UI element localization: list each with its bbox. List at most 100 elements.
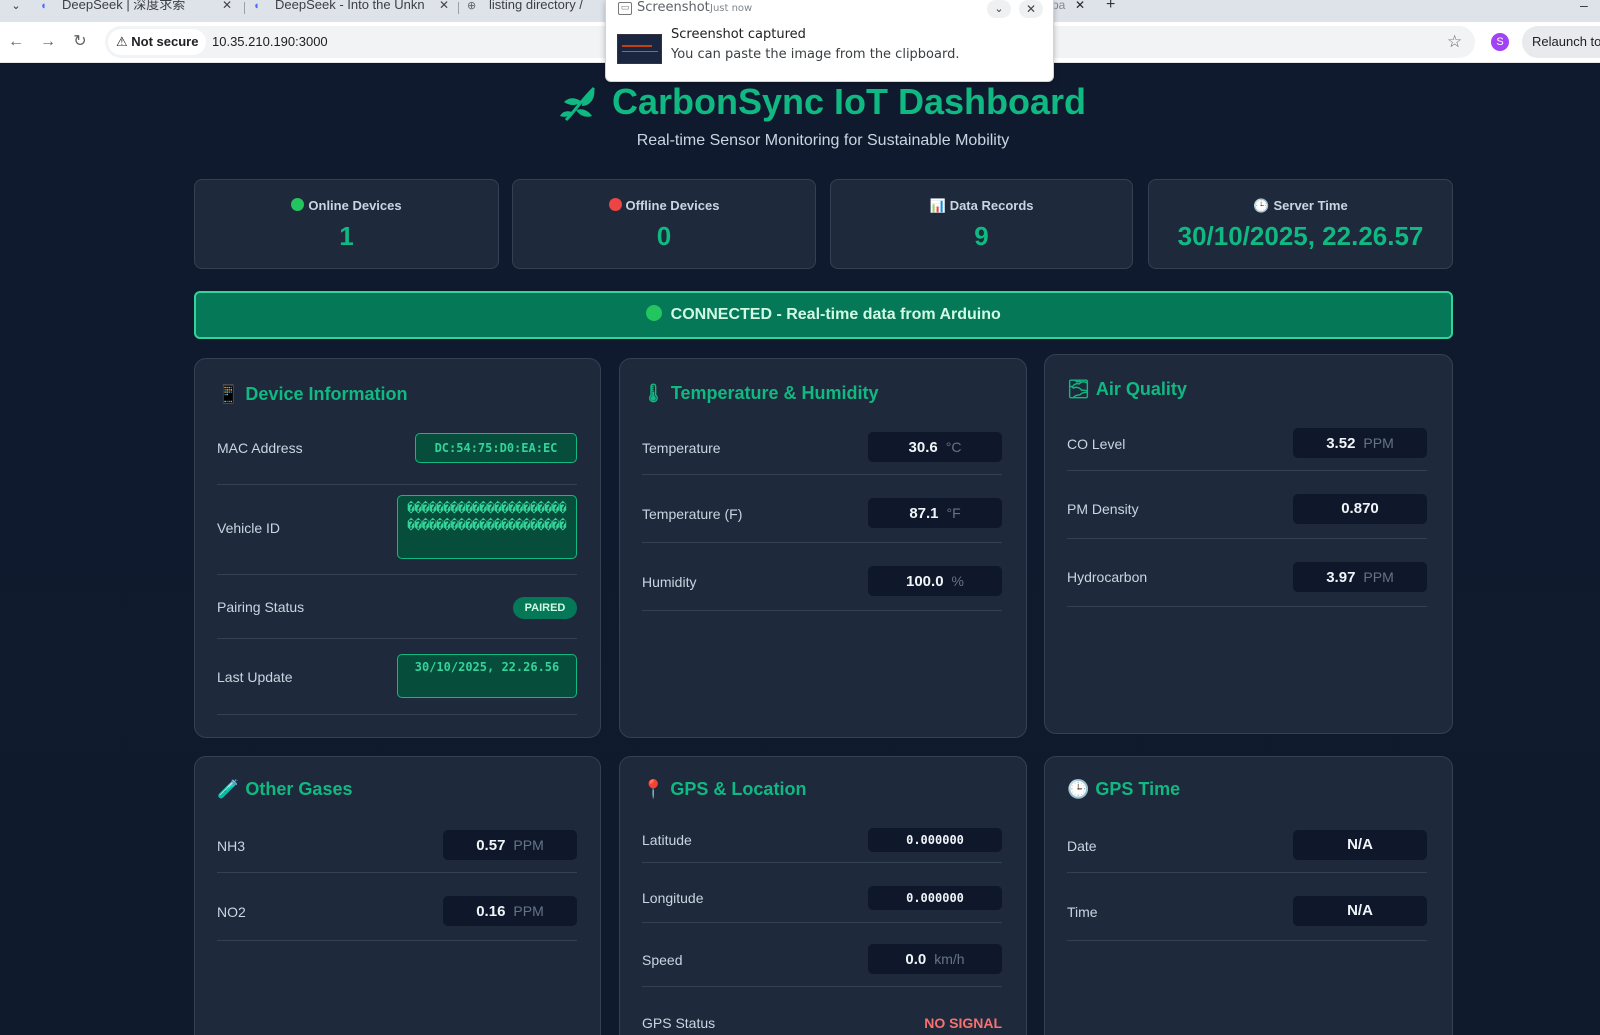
tab-title: listing directory / <box>489 0 583 12</box>
humidity-label: Humidity <box>642 574 697 590</box>
hydrocarbon-unit: PPM <box>1363 569 1394 585</box>
no2-label: NO2 <box>217 904 246 920</box>
relaunch-button[interactable]: Relaunch to u <box>1522 26 1600 58</box>
no2-value: 0.16 <box>476 903 506 920</box>
card-title: GPS Time <box>1095 779 1181 799</box>
nh3-unit: PPM <box>513 837 544 853</box>
pairing-status-row: Pairing Status PAIRED <box>217 575 577 639</box>
vehicle-id-row: Vehicle ID �����������������������������… <box>217 485 577 575</box>
screenshot-notification[interactable]: ▭ Screenshot Just now ⌄ ✕ Screenshot cap… <box>605 0 1054 82</box>
mac-address-label: MAC Address <box>217 440 303 456</box>
pairing-status-badge: PAIRED <box>513 597 577 619</box>
no2-row: NO2 0.16 PPM <box>217 873 577 941</box>
stat-card-online: Online Devices 1 <box>194 179 499 269</box>
vehicle-id-value: ����������������������������������������… <box>397 495 577 559</box>
pm-density-row: PM Density 0.870 <box>1067 471 1427 539</box>
gps-status-value: NO SIGNAL <box>924 1015 1002 1031</box>
co-level-value: 3.52 <box>1326 435 1356 452</box>
gps-date-value: N/A <box>1347 836 1373 853</box>
window-minimize-icon[interactable]: – <box>1580 0 1588 12</box>
warning-triangle-icon: ⚠ <box>116 34 128 49</box>
gps-time-label: Time <box>1067 904 1098 920</box>
no2-unit: PPM <box>513 903 544 919</box>
temperature-f-unit: °F <box>946 505 961 521</box>
expand-chevron-icon[interactable]: ⌄ <box>987 0 1011 18</box>
browser-tab-deepseek[interactable]: ◖ DeepSeek | 深度求索 ✕ <box>40 0 240 22</box>
close-tab-icon[interactable]: ✕ <box>1075 0 1085 11</box>
pm-density-label: PM Density <box>1067 501 1139 517</box>
temperature-row: Temperature 30.6 °C <box>642 429 1002 475</box>
hydrocarbon-value: 3.97 <box>1326 569 1356 586</box>
co-level-value-box: 3.52 PPM <box>1293 428 1427 458</box>
notification-body: You can paste the image from the clipboa… <box>671 47 960 62</box>
stat-card-offline: Offline Devices 0 <box>512 179 816 269</box>
not-secure-label: Not secure <box>131 34 199 49</box>
green-circle-icon <box>646 305 663 321</box>
connection-status-banner: CONNECTED - Real-time data from Arduino <box>194 291 1453 339</box>
partial-tab-title: pa <box>1052 0 1066 12</box>
stat-label: Server Time <box>1273 198 1348 213</box>
globe-icon: ⊕ <box>467 0 477 12</box>
bookmark-star-icon[interactable]: ☆ <box>1447 26 1462 58</box>
tab-separator <box>244 2 245 14</box>
clock-icon: 🕒 <box>1067 779 1090 799</box>
stat-label: Online Devices <box>308 198 402 213</box>
fog-icon: 🌫 <box>1067 379 1090 399</box>
device-information-card: 📱 Device Information MAC Address DC:54:75… <box>194 358 601 738</box>
stat-value: 9 <box>974 221 989 251</box>
gps-time-card: 🕒 GPS Time Date N/A Time N/A <box>1044 756 1453 1035</box>
screenshot-icon: ▭ <box>618 2 632 15</box>
no2-value-box: 0.16 PPM <box>443 896 577 926</box>
tab-separator <box>458 2 459 14</box>
browser-tab-deepseek-into[interactable]: ◖ DeepSeek - Into the Unkn ✕ <box>253 0 453 22</box>
gps-date-row: Date N/A <box>1067 825 1427 873</box>
red-circle-icon <box>608 198 622 211</box>
pm-density-value: 0.870 <box>1341 500 1379 517</box>
close-icon[interactable]: ✕ <box>1019 0 1043 18</box>
humidity-row: Humidity 100.0% <box>642 543 1002 611</box>
forward-arrow-icon[interactable]: → <box>38 32 58 52</box>
close-tab-icon[interactable]: ✕ <box>222 0 232 11</box>
profile-avatar[interactable]: S <box>1491 33 1509 51</box>
close-tab-icon[interactable]: ✕ <box>435 0 450 11</box>
herb-leaf-icon <box>559 87 596 122</box>
stat-value: 0 <box>656 221 672 251</box>
card-title: Other Gases <box>245 779 353 799</box>
latitude-label: Latitude <box>642 832 692 848</box>
last-update-row: Last Update 30/10/2025, 22.26.56 <box>217 639 577 715</box>
dashboard-page: CarbonSync IoT Dashboard Real-time Senso… <box>0 64 1600 1035</box>
gps-location-card: 📍 GPS & Location Latitude 0.000000 Longit… <box>619 756 1027 1035</box>
url-text[interactable]: 10.35.210.190:3000 <box>212 26 328 58</box>
card-title: GPS & Location <box>670 779 807 799</box>
green-circle-icon <box>291 198 305 211</box>
card-title: Temperature & Humidity <box>670 383 879 403</box>
deepseek-whale-icon: ◖ <box>40 0 47 12</box>
temperature-label: Temperature <box>642 440 721 456</box>
page-title-text: CarbonSync IoT Dashboard <box>611 81 1087 122</box>
gps-status-row: GPS Status NO SIGNAL <box>642 987 1002 1035</box>
location-pin-icon: 📍 <box>642 779 665 799</box>
card-title: Air Quality <box>1095 379 1187 399</box>
gps-status-label: GPS Status <box>642 1015 716 1031</box>
nh3-value-box: 0.57 PPM <box>443 830 577 860</box>
tab-title: DeepSeek - Into the Unkn <box>275 0 425 12</box>
temperature-value: 30.6 <box>908 439 938 456</box>
page-subtitle: Real-time Sensor Monitoring for Sustaina… <box>636 132 1010 149</box>
browser-tab-listing-directory[interactable]: ⊕ listing directory / <box>467 0 602 22</box>
nh3-label: NH3 <box>217 838 246 854</box>
new-tab-plus-icon[interactable]: + <box>1106 0 1115 13</box>
speed-unit: km/h <box>934 951 965 967</box>
last-update-value: 30/10/2025, 22.26.56 <box>397 654 577 698</box>
co-level-unit: PPM <box>1363 435 1394 451</box>
deepseek-whale-icon: ◖ <box>253 0 260 12</box>
reload-icon[interactable]: ↻ <box>70 32 90 52</box>
hydrocarbon-label: Hydrocarbon <box>1067 569 1148 585</box>
test-tube-icon: 🧪 <box>217 779 240 799</box>
nh3-row: NH3 0.57 PPM <box>217 825 577 873</box>
back-arrow-icon[interactable]: ← <box>6 32 26 52</box>
temperature-f-label: Temperature (F) <box>642 506 743 522</box>
not-secure-chip[interactable]: ⚠ Not secure <box>108 29 207 55</box>
pm-density-value-box: 0.870 <box>1293 494 1427 524</box>
temperature-humidity-card: 🌡 Temperature & Humidity Temperature 30.6… <box>619 358 1027 738</box>
tab-search-chevron-icon[interactable]: ⌄ <box>6 0 26 14</box>
